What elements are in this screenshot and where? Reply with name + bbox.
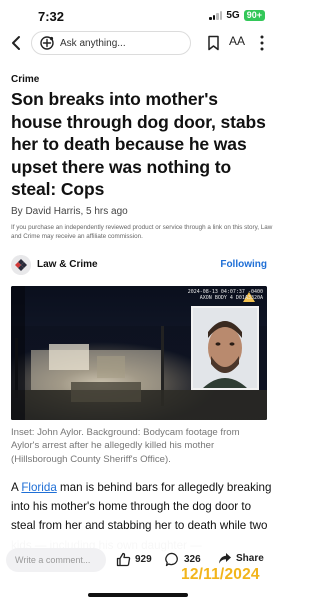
comment-count: 326 — [184, 554, 201, 565]
signal-icon — [209, 11, 223, 20]
thumbs-up-icon — [116, 552, 131, 567]
home-indicator — [88, 593, 188, 597]
florida-link[interactable]: Florida — [21, 481, 56, 494]
bookmark-icon[interactable] — [207, 35, 220, 51]
hero-image[interactable]: 2024-08-13 04:07:37 -0400 AXON BODY 4 D0… — [11, 286, 267, 420]
nav-bar: Ask anything... AA — [0, 30, 277, 56]
bottom-action-bar: Write a comment... 929 326 Share 12/11/2… — [0, 540, 277, 600]
text-size-button[interactable]: AA — [229, 34, 245, 48]
back-arrow-icon[interactable] — [9, 35, 23, 51]
more-vertical-icon[interactable] — [260, 34, 264, 52]
battery-indicator: 90+ — [243, 10, 265, 21]
publisher-row: Law & Crime Following — [11, 254, 267, 276]
bodycam-device: AXON BODY 4 D01A3320A — [199, 295, 263, 301]
body-prefix: A — [11, 481, 22, 494]
status-time: 7:32 — [38, 9, 65, 24]
publisher-name[interactable]: Law & Crime — [37, 259, 98, 270]
law-and-crime-logo-icon[interactable] — [11, 255, 31, 275]
image-caption: Inset: John Aylor. Background: Bodycam f… — [11, 427, 240, 465]
search-placeholder: Ask anything... — [60, 37, 126, 49]
like-button[interactable]: 929 — [116, 552, 152, 567]
copilot-icon — [40, 36, 54, 50]
comment-input[interactable]: Write a comment... — [6, 548, 106, 572]
comments-button[interactable]: 326 — [165, 552, 201, 567]
following-button[interactable]: Following — [220, 259, 267, 270]
bodycam-timestamp: 2024-08-13 04:07:37 -0400 AXON BODY 4 D0… — [188, 289, 263, 301]
comment-icon — [165, 552, 178, 567]
article-headline: Son breaks into mother's house through d… — [11, 89, 266, 200]
search-input[interactable]: Ask anything... — [31, 31, 191, 55]
share-button[interactable]: Share — [218, 552, 264, 565]
share-arrow-icon — [219, 553, 231, 564]
comment-placeholder: Write a comment... — [15, 555, 91, 565]
share-label: Share — [236, 553, 264, 564]
network-type: 5G — [226, 10, 240, 21]
date-watermark: 12/11/2024 — [181, 566, 260, 583]
status-indicators: 5G 90+ — [209, 10, 265, 21]
affiliate-disclaimer: If you purchase an independently reviewe… — [11, 224, 273, 240]
bodycam-footage-image — [11, 286, 267, 420]
like-count: 929 — [135, 554, 152, 565]
status-bar: 7:32 5G 90+ — [0, 0, 277, 28]
section-label[interactable]: Crime — [11, 74, 39, 85]
byline: By David Harris, 5 hrs ago — [11, 206, 128, 217]
